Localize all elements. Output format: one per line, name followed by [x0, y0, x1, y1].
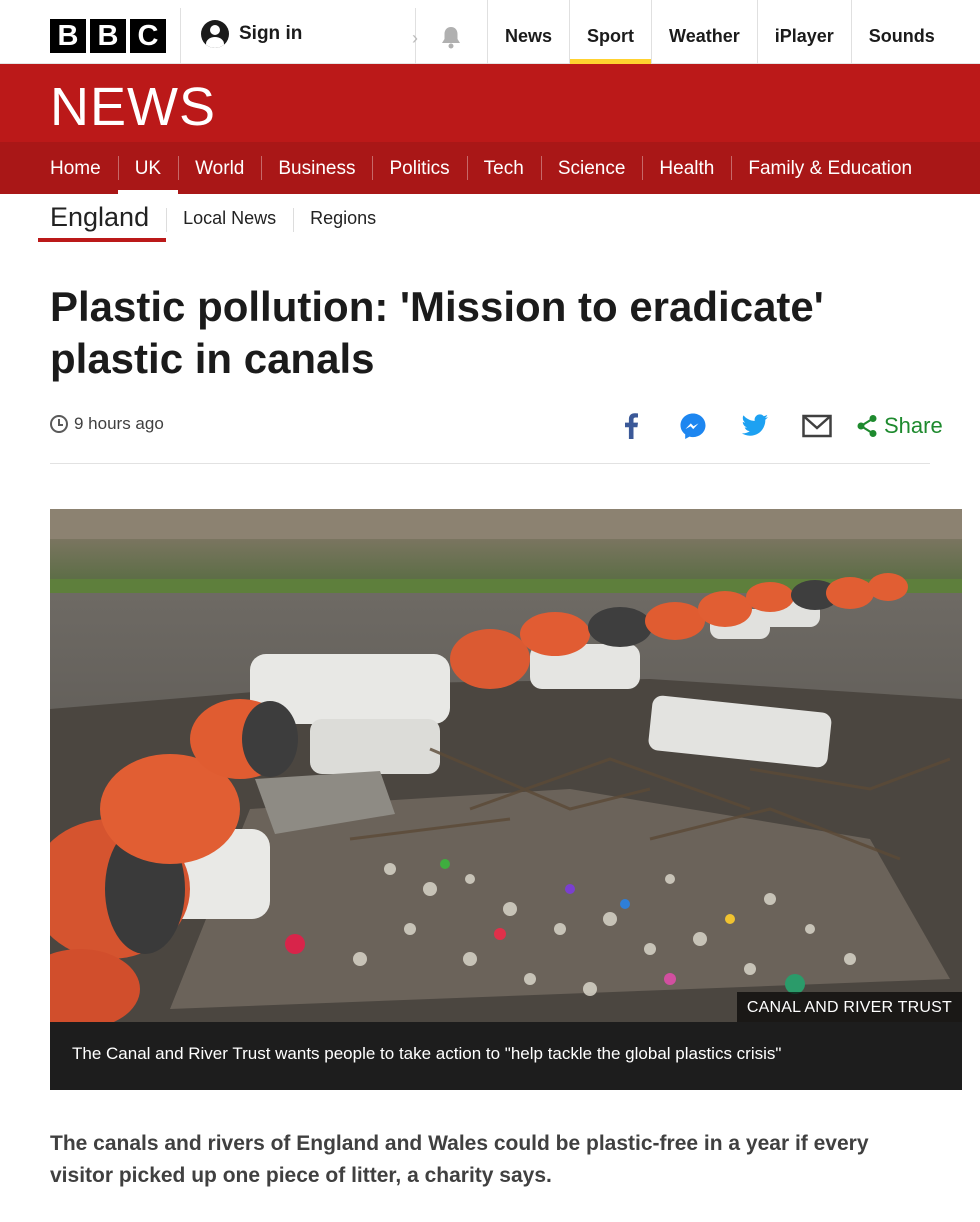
sign-in-button[interactable]: Sign in — [201, 20, 302, 48]
canal-photo-illustration — [50, 509, 962, 1022]
header-divider — [180, 8, 181, 64]
timestamp-label: 9 hours ago — [74, 414, 164, 433]
facebook-share-button[interactable] — [600, 408, 662, 444]
sub-nav-regions[interactable]: Regions — [293, 198, 393, 238]
twitter-share-button[interactable] — [724, 408, 786, 444]
article-timestamp: 9 hours ago — [50, 414, 164, 434]
facebook-icon — [625, 413, 638, 439]
clock-icon — [50, 415, 68, 433]
section-nav-tech[interactable]: Tech — [466, 142, 541, 194]
sub-nav-england[interactable]: England — [38, 198, 167, 242]
news-wordmark[interactable]: NEWS — [50, 76, 216, 138]
global-header: B B C Sign in › News Sport Weather iPlay… — [0, 0, 980, 64]
section-nav-world[interactable]: World — [178, 142, 261, 194]
top-nav-weather[interactable]: Weather — [651, 0, 757, 64]
article-photo — [50, 509, 962, 1022]
messenger-icon — [680, 413, 706, 439]
bbc-logo-letter: C — [130, 19, 166, 53]
bbc-logo-letter: B — [90, 19, 126, 53]
share-tools: Share — [600, 408, 943, 444]
share-button[interactable]: Share — [856, 413, 943, 439]
email-icon — [802, 414, 832, 438]
image-credit: CANAL AND RIVER TRUST — [736, 992, 962, 1023]
top-nav-news[interactable]: News — [487, 0, 569, 64]
section-nav-politics[interactable]: Politics — [372, 142, 466, 194]
section-nav-business[interactable]: Business — [261, 142, 372, 194]
image-caption: The Canal and River Trust wants people t… — [50, 1022, 962, 1090]
twitter-icon — [741, 414, 768, 436]
user-icon — [201, 20, 229, 48]
top-nav-iplayer[interactable]: iPlayer — [756, 0, 851, 64]
sub-nav: England Local News Regions — [38, 198, 393, 242]
bbc-logo-letter: B — [50, 19, 86, 53]
section-nav-science[interactable]: Science — [540, 142, 643, 194]
top-nav-sounds[interactable]: Sounds — [850, 0, 952, 64]
sub-nav-local-news[interactable]: Local News — [166, 198, 293, 238]
bell-icon[interactable] — [438, 24, 464, 50]
section-nav-uk[interactable]: UK — [117, 142, 179, 194]
bbc-logo[interactable]: B B C — [50, 19, 166, 53]
chevron-right-icon: › — [412, 28, 418, 48]
top-nav-sport[interactable]: Sport — [569, 0, 652, 64]
messenger-share-button[interactable] — [662, 408, 724, 444]
section-nav-home[interactable]: Home — [33, 142, 118, 194]
sign-in-label: Sign in — [239, 23, 303, 44]
share-label: Share — [884, 413, 943, 438]
top-nav: News Sport Weather iPlayer Sounds — [487, 0, 952, 64]
article-lead: The canals and rivers of England and Wal… — [50, 1132, 869, 1187]
section-nav-health[interactable]: Health — [642, 142, 731, 194]
news-banner: NEWS — [0, 64, 980, 142]
article-divider — [50, 463, 930, 464]
section-nav: Home UK World Business Politics Tech Sci… — [0, 142, 980, 194]
article-figure: CANAL AND RIVER TRUST The Canal and Rive… — [50, 509, 962, 1090]
email-share-button[interactable] — [786, 408, 848, 444]
share-icon — [857, 415, 877, 437]
section-nav-family-education[interactable]: Family & Education — [731, 142, 929, 194]
article-headline: Plastic pollution: 'Mission to eradicate… — [50, 283, 824, 382]
